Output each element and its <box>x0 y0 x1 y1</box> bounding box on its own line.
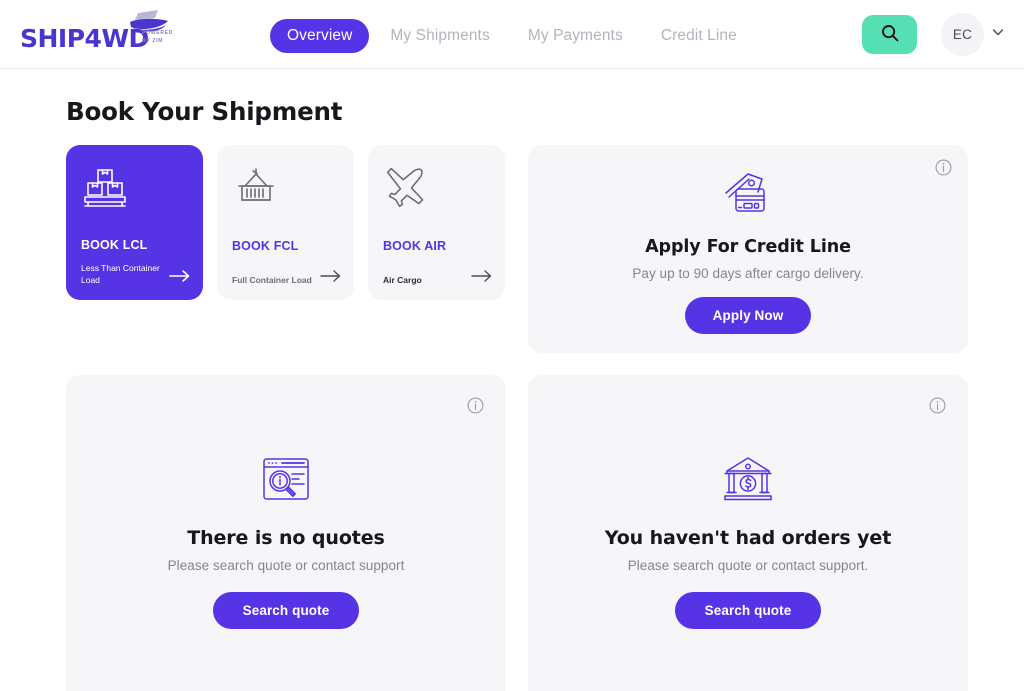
dashboard-grid: BOOK LCL Less Than Container Load BOOK F… <box>66 145 968 691</box>
no-quotes-card: There is no quotes Please search quote o… <box>66 375 506 691</box>
book-fcl-title: BOOK FCL <box>232 239 299 253</box>
no-quotes-subtitle: Please search quote or contact support <box>167 558 405 573</box>
info-icon[interactable] <box>467 397 484 419</box>
chevron-down-icon[interactable] <box>990 24 1006 45</box>
book-fcl-card[interactable]: BOOK FCL Full Container Load <box>217 145 354 300</box>
brand-logo[interactable]: SHIP4WD POWERED BY ZIM <box>20 10 172 51</box>
search-icon <box>880 23 900 46</box>
nav-item-my-shipments[interactable]: My Shipments <box>373 19 506 53</box>
book-fcl-subtitle: Full Container Load <box>232 274 312 285</box>
search-quote-button[interactable]: Search quote <box>674 592 822 629</box>
book-lcl-title: BOOK LCL <box>81 238 148 252</box>
no-quotes-title: There is no quotes <box>187 527 385 549</box>
apply-now-button[interactable]: Apply Now <box>684 297 812 334</box>
booking-cards-row: BOOK LCL Less Than Container Load BOOK F… <box>66 145 506 353</box>
arrow-right-icon <box>320 269 342 288</box>
credit-line-subtitle: Pay up to 90 days after cargo delivery. <box>632 266 864 281</box>
page-title: Book Your Shipment <box>66 97 343 126</box>
arrow-right-icon <box>471 269 493 288</box>
no-orders-subtitle: Please search quote or contact support. <box>627 558 869 573</box>
shipping-container-icon <box>233 167 279 216</box>
search-quote-button[interactable]: Search quote <box>212 592 360 629</box>
quote-search-icon <box>259 454 313 513</box>
avatar: EC <box>941 13 984 56</box>
credit-line-title: Apply For Credit Line <box>645 237 851 257</box>
nav-item-my-payments[interactable]: My Payments <box>511 19 640 53</box>
book-lcl-card[interactable]: BOOK LCL Less Than Container Load <box>66 145 203 300</box>
boxes-pallet-icon <box>82 167 128 216</box>
no-orders-card: You haven't had orders yet Please search… <box>528 375 968 691</box>
user-menu[interactable]: EC <box>941 13 1006 56</box>
credit-line-card: Apply For Credit Line Pay up to 90 days … <box>528 145 968 353</box>
bank-dollar-icon <box>721 454 775 513</box>
main-nav: Overview My Shipments My Payments Credit… <box>270 19 754 53</box>
credit-card-icon <box>722 171 774 226</box>
arrow-right-icon <box>169 269 191 288</box>
airplane-icon <box>384 167 430 216</box>
nav-item-credit-line[interactable]: Credit Line <box>644 19 754 53</box>
search-button[interactable] <box>862 15 917 54</box>
book-air-title: BOOK AIR <box>383 239 447 253</box>
book-air-card[interactable]: BOOK AIR Air Cargo <box>368 145 505 300</box>
brand-powered-by: POWERED BY ZIM <box>142 30 174 44</box>
app-header: SHIP4WD POWERED BY ZIM Overview My Shipm… <box>0 0 1024 69</box>
book-air-subtitle: Air Cargo <box>383 274 422 285</box>
main-content: Book Your Shipment BOOK LCL Less Than Co… <box>0 69 1024 691</box>
info-icon[interactable] <box>929 397 946 419</box>
book-lcl-subtitle: Less Than Container Load <box>81 262 160 285</box>
no-orders-title: You haven't had orders yet <box>604 527 892 549</box>
info-icon[interactable] <box>935 159 952 181</box>
nav-item-overview[interactable]: Overview <box>270 19 370 53</box>
